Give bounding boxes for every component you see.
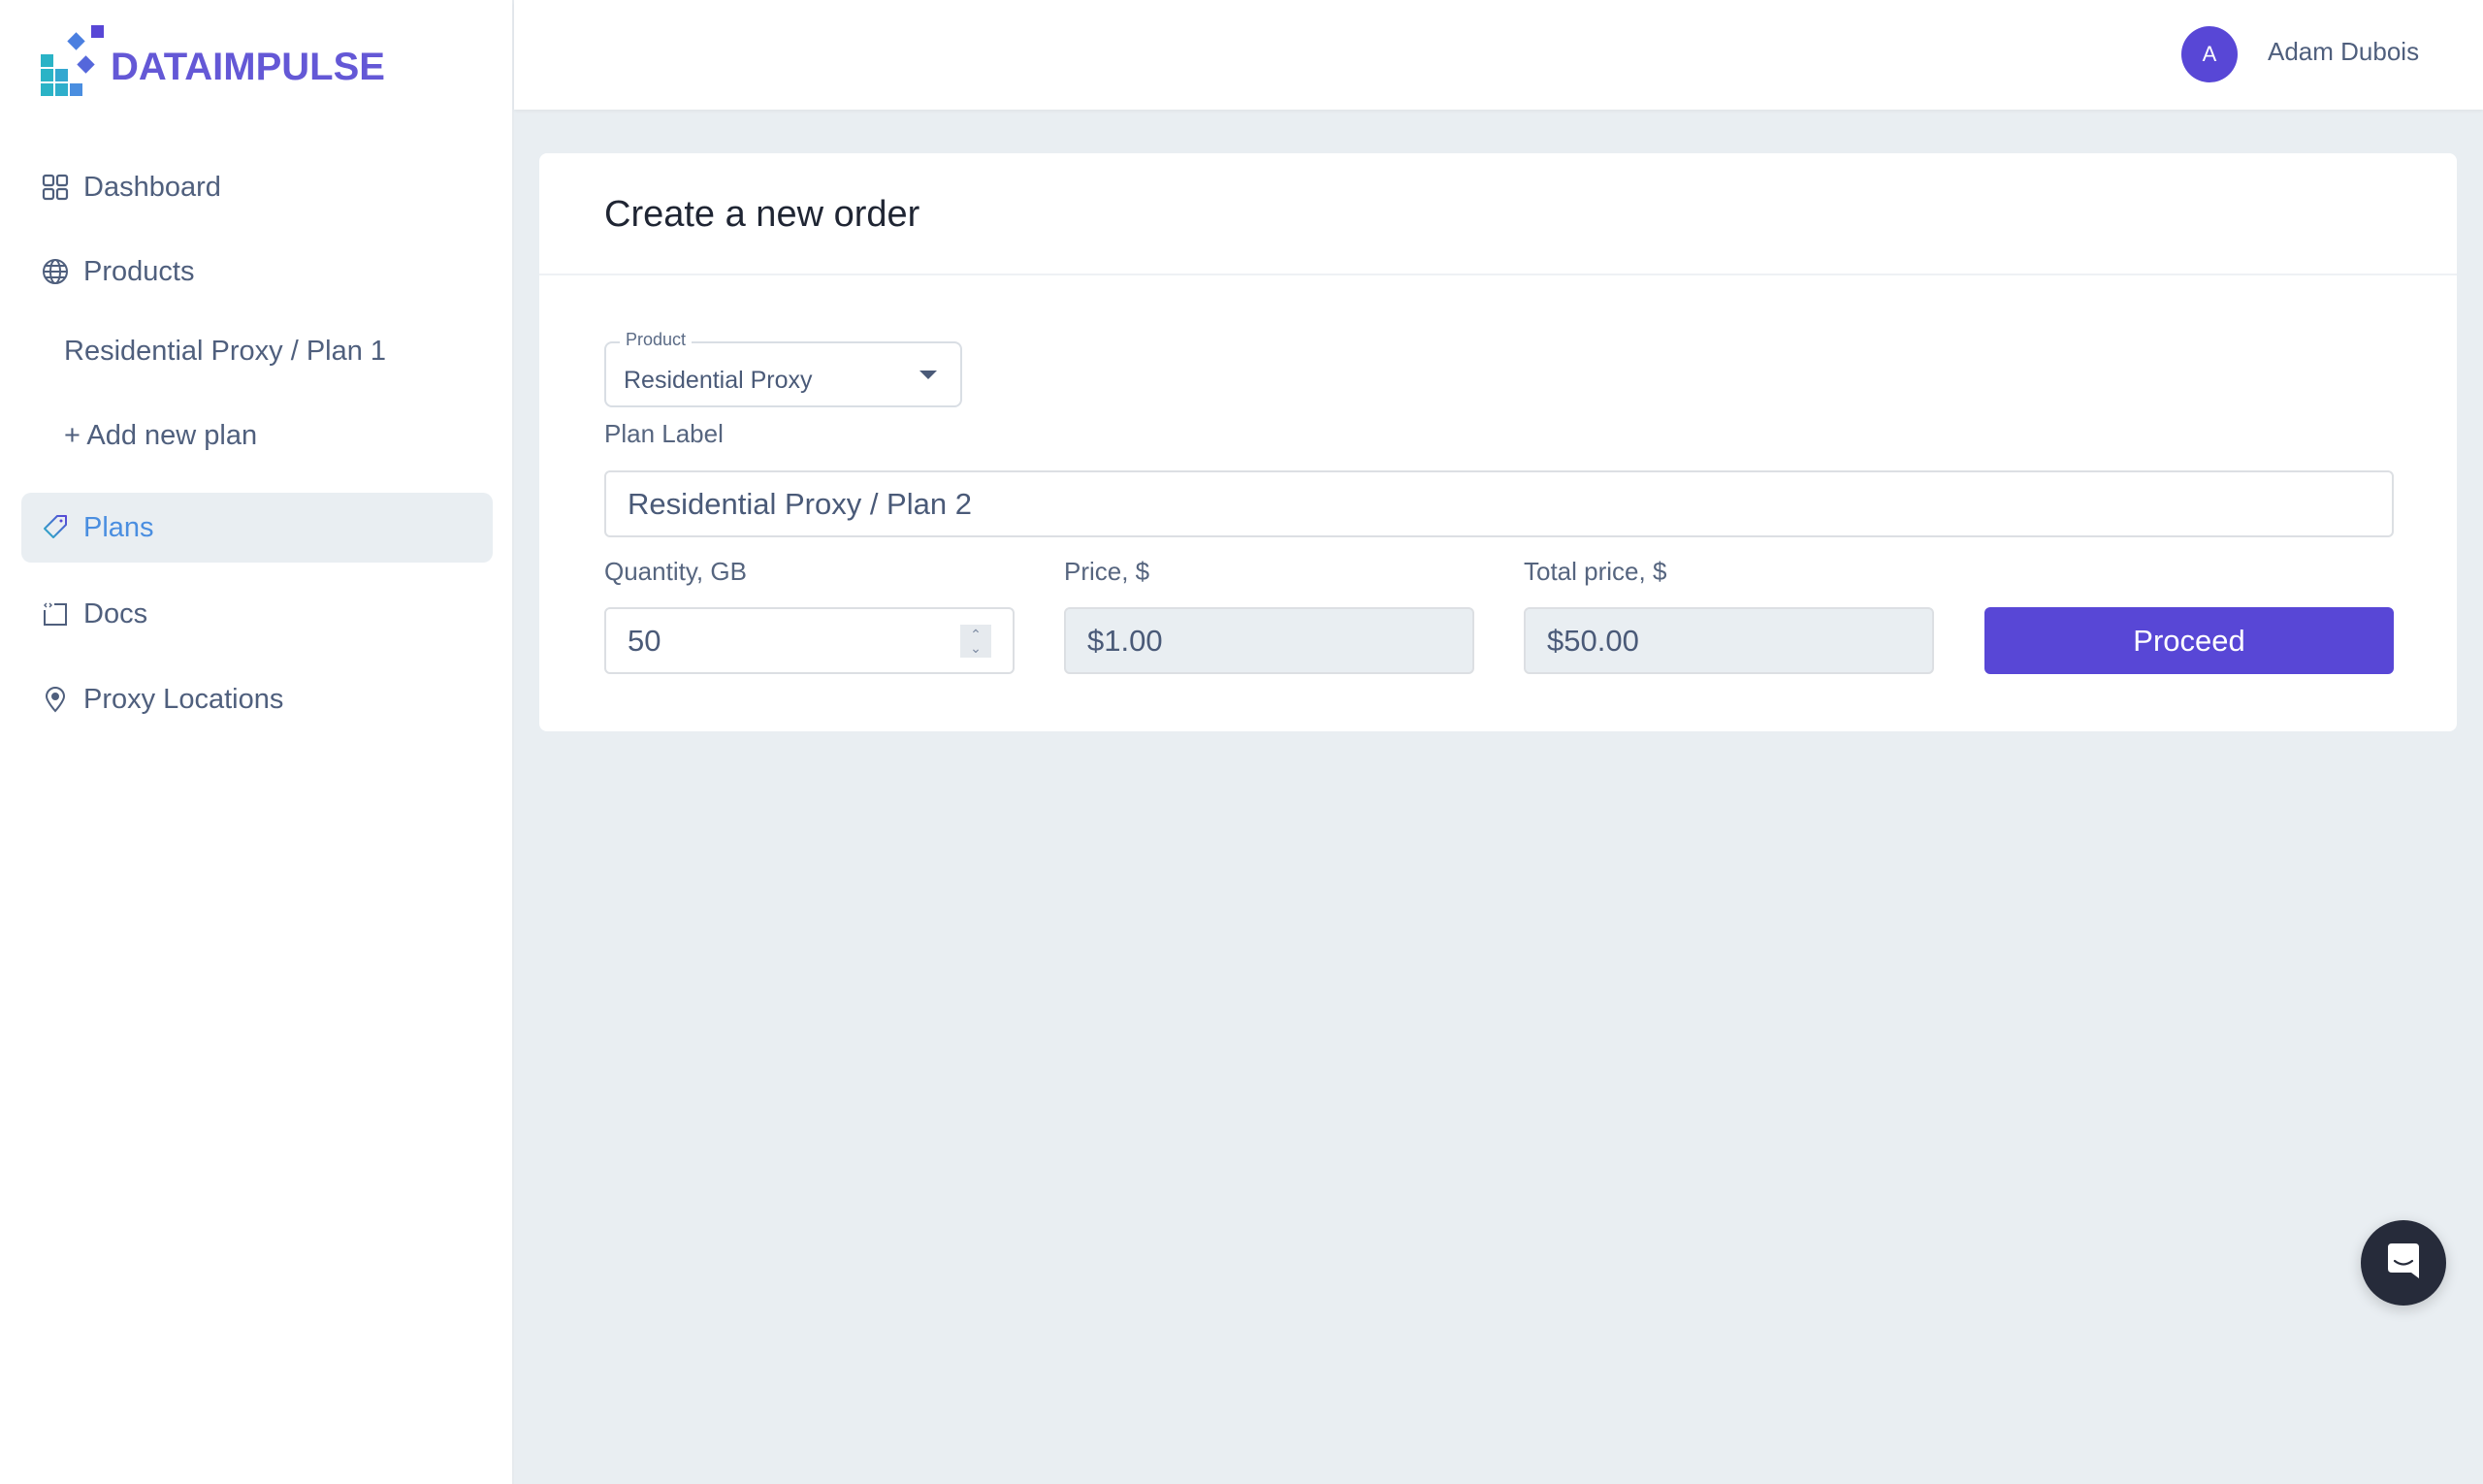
caret-down-icon [919,371,937,379]
page-title: Create a new order [604,194,920,235]
logo[interactable]: DATAIMPULSE [41,25,385,96]
quantity-stepper[interactable]: 50 ⌃ ⌄ [604,607,1015,674]
create-order-card: Create a new order Product Residential P… [539,153,2457,731]
price-value: $1.00 [1087,623,1163,658]
sidebar-item-label: Plans [83,511,154,543]
quantity-label: Quantity, GB [604,557,747,586]
sidebar-item-dashboard[interactable]: Dashboard [21,152,493,222]
sidebar-item-residential-proxy-plan-1[interactable]: Residential Proxy / Plan 1 [21,316,493,386]
proceed-button[interactable]: Proceed [1984,607,2394,674]
stepper-arrows-icon[interactable]: ⌃ ⌄ [960,625,991,658]
sidebar-item-add-new-plan[interactable]: + Add new plan [21,401,493,470]
sidebar-item-label: Residential Proxy / Plan 1 [64,335,387,367]
sidebar: DATAIMPULSE Dashboard Products Residenti [0,0,514,1484]
sidebar-item-proxy-locations[interactable]: Proxy Locations [21,664,493,734]
chat-launcher-button[interactable] [2361,1220,2446,1306]
price-label: Price, $ [1064,557,1150,586]
globe-icon [41,257,70,286]
total-price-value: $50.00 [1547,623,1639,658]
product-select-label: Product [620,330,693,350]
code-doc-icon [41,599,70,629]
avatar[interactable]: A [2181,26,2238,82]
sidebar-item-label: Products [83,255,195,287]
logo-mark-icon [41,25,109,96]
plan-label-label: Plan Label [604,419,724,448]
tag-icon [41,513,70,542]
total-price-label: Total price, $ [1524,557,1667,586]
user-name[interactable]: Adam Dubois [2268,37,2419,67]
chat-bubble-icon [2384,1242,2423,1285]
total-price-field: $50.00 [1524,607,1934,674]
sidebar-item-docs[interactable]: Docs [21,579,493,649]
price-field: $1.00 [1064,607,1474,674]
sidebar-item-products[interactable]: Products [21,237,493,306]
product-select-value: Residential Proxy [624,367,813,394]
sidebar-item-plans[interactable]: Plans [21,493,493,563]
brand-name: DATAIMPULSE [111,45,385,88]
quantity-value: 50 [628,623,661,658]
dashboard-grid-icon [41,173,70,202]
sidebar-item-label: Dashboard [83,171,221,203]
sidebar-item-label: Docs [83,597,148,629]
map-pin-icon [41,685,70,714]
sidebar-item-label: + Add new plan [64,419,258,451]
product-select[interactable]: Product Residential Proxy [604,330,962,407]
plan-label-input[interactable]: Residential Proxy / Plan 2 [604,470,2394,537]
plan-label-value: Residential Proxy / Plan 2 [628,486,972,521]
sidebar-item-label: Proxy Locations [83,683,284,715]
